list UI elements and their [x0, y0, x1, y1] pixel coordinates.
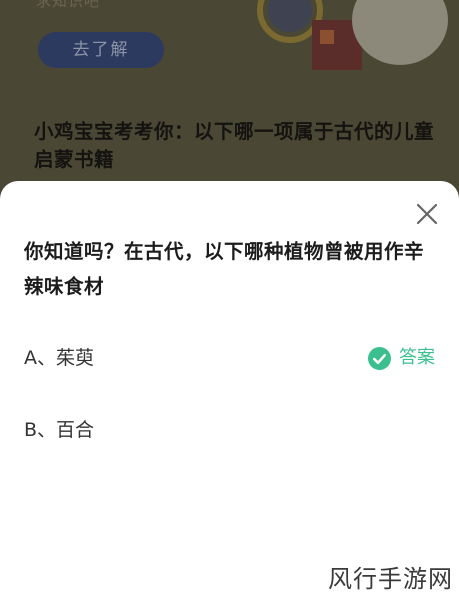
background-page: 求知识吧 去了解 小鸡宝宝考考你：以下哪一项属于古代的儿童启蒙书籍	[0, 0, 459, 200]
check-circle-icon	[368, 346, 391, 370]
learn-more-button[interactable]: 去了解	[38, 32, 164, 68]
question-modal: 你知道吗？在古代，以下哪种植物曾被用作辛辣味食材 A、茱萸 答案 B、百合	[0, 181, 459, 600]
option-b[interactable]: B、百合	[0, 406, 459, 454]
option-a-label: A、茱萸	[24, 347, 94, 369]
close-icon	[416, 203, 438, 225]
watermark: 风行手游网	[328, 565, 453, 593]
answer-badge: 答案	[368, 346, 435, 370]
option-a[interactable]: A、茱萸 答案	[0, 334, 459, 382]
close-button[interactable]	[415, 202, 439, 226]
modal-question-text: 你知道吗？在古代，以下哪种植物曾被用作辛辣味食材	[24, 240, 425, 298]
answer-label: 答案	[399, 347, 435, 368]
background-question-title: 小鸡宝宝考考你：以下哪一项属于古代的儿童启蒙书籍	[34, 120, 435, 171]
background-faded-text: 求知识吧	[36, 0, 101, 10]
option-b-label: B、百合	[24, 419, 95, 441]
magnifier-illustration-icon	[257, 0, 448, 70]
